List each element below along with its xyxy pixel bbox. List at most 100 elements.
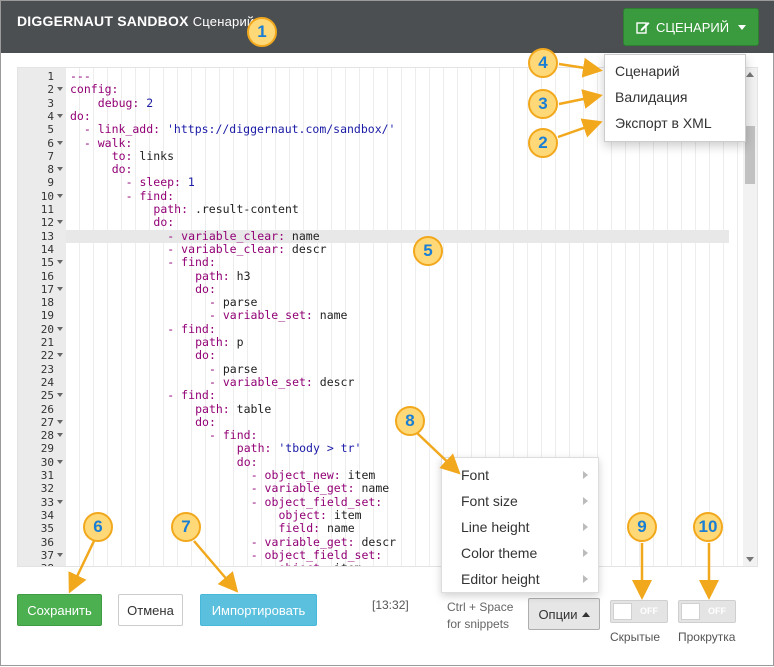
code-token: - bbox=[209, 361, 223, 376]
scroll-down-icon[interactable] bbox=[746, 557, 754, 562]
fold-toggle-icon[interactable] bbox=[57, 140, 63, 145]
code-token: do: bbox=[70, 108, 91, 123]
line-number: 5 bbox=[47, 123, 54, 137]
gutter-line: 36 bbox=[18, 536, 66, 549]
chevron-right-icon bbox=[583, 549, 588, 557]
code-token: do: bbox=[195, 348, 216, 363]
scroll-up-icon[interactable] bbox=[746, 72, 754, 77]
annotation-badge-1: 1 bbox=[247, 17, 277, 47]
options-item-font-size[interactable]: Font size bbox=[442, 488, 598, 514]
code-token: path: bbox=[195, 401, 230, 416]
code-token: descr bbox=[312, 374, 355, 389]
gutter-line: 19 bbox=[18, 309, 66, 322]
code-token: to: bbox=[111, 148, 133, 163]
options-item-label: Editor height bbox=[461, 571, 540, 587]
menu-item-scenario[interactable]: Сценарий bbox=[605, 58, 745, 84]
gutter-line: 20 bbox=[18, 323, 66, 336]
fold-toggle-icon[interactable] bbox=[57, 326, 63, 331]
gutter-line: 34 bbox=[18, 509, 66, 522]
menu-item-validation[interactable]: Валидация bbox=[605, 84, 745, 110]
fold-toggle-icon[interactable] bbox=[57, 353, 63, 358]
fold-toggle-icon[interactable] bbox=[57, 260, 63, 265]
gutter-line: 24 bbox=[18, 376, 66, 389]
code-line: - sleep: 1 bbox=[66, 176, 743, 189]
code-token: field: bbox=[278, 521, 321, 536]
code-token: object: bbox=[278, 507, 327, 522]
code-line: path: h3 bbox=[66, 269, 743, 283]
fold-toggle-icon[interactable] bbox=[57, 419, 63, 424]
gutter-line: 7 bbox=[18, 150, 66, 163]
code-token: parse bbox=[222, 295, 258, 310]
line-number: 36 bbox=[40, 535, 54, 549]
fold-toggle-icon[interactable] bbox=[57, 286, 63, 291]
menu-item-export-xml[interactable]: Экспорт в XML bbox=[605, 110, 745, 136]
gutter-line: 11 bbox=[18, 203, 66, 216]
code-token: item bbox=[327, 561, 362, 566]
cancel-button[interactable]: Отмена bbox=[118, 594, 183, 626]
options-item-color-theme[interactable]: Color theme bbox=[442, 540, 598, 566]
gutter-line: 15 bbox=[18, 256, 66, 269]
scenario-dropdown-button[interactable]: СЦЕНАРИЙ bbox=[623, 8, 759, 46]
gutter-line: 26 bbox=[18, 403, 66, 416]
annotation-badge-5: 5 bbox=[413, 236, 443, 266]
fold-toggle-icon[interactable] bbox=[57, 499, 63, 504]
code-line: - variable_clear: name bbox=[66, 228, 743, 243]
fold-toggle-icon[interactable] bbox=[57, 113, 63, 118]
options-item-font[interactable]: Font bbox=[442, 462, 598, 488]
code-token: - variable_clear: bbox=[167, 228, 285, 243]
code-line: path: .result-content bbox=[66, 202, 743, 216]
fold-toggle-icon[interactable] bbox=[57, 193, 63, 198]
fold-toggle-icon[interactable] bbox=[57, 167, 63, 172]
chevron-right-icon bbox=[583, 523, 588, 531]
code-editor[interactable]: 1 2 3 4 5 6 7 8 9 10 11 12 13 14 15 16 17 18 19 20 21 22 23 24 2… bbox=[17, 67, 758, 567]
code-line: - find: bbox=[66, 256, 743, 269]
fold-toggle-icon[interactable] bbox=[57, 552, 63, 557]
gutter-line: 31 bbox=[18, 469, 66, 482]
line-number: 31 bbox=[40, 469, 54, 482]
scroll-toggle[interactable]: OFF bbox=[678, 600, 736, 623]
code-token: descr bbox=[285, 241, 327, 256]
save-button[interactable]: Сохранить bbox=[17, 594, 102, 626]
fold-toggle-icon[interactable] bbox=[57, 433, 63, 438]
options-item-line-height[interactable]: Line height bbox=[442, 514, 598, 540]
code-token: 'https://diggernaut.com/sandbox/' bbox=[167, 122, 396, 137]
gutter-line: 30 bbox=[18, 456, 66, 469]
editor-scrollbar[interactable] bbox=[743, 68, 757, 566]
gutter-line: 2 bbox=[18, 83, 66, 96]
hidden-toggle-label: Скрытые bbox=[610, 630, 661, 644]
options-button[interactable]: Опции bbox=[528, 598, 600, 630]
brand-name: DIGGERNAUT SANDBOX bbox=[17, 13, 189, 29]
code-token: name bbox=[312, 308, 348, 323]
code-token: path: bbox=[195, 335, 230, 349]
code-area[interactable]: --- config: debug: 2 do: - link_add: 'https:… bbox=[66, 68, 743, 566]
line-number: 21 bbox=[40, 336, 54, 349]
code-token: path: bbox=[153, 202, 189, 216]
annotation-badge-10: 10 bbox=[693, 512, 723, 542]
annotation-badge-8: 8 bbox=[395, 406, 425, 436]
code-line: - parse bbox=[66, 295, 743, 310]
code-line: do: bbox=[66, 162, 743, 176]
caret-up-icon bbox=[581, 611, 590, 617]
gutter-line: 28 bbox=[18, 429, 66, 442]
hidden-toggle[interactable]: OFF bbox=[610, 600, 668, 623]
code-token: - find: bbox=[167, 255, 216, 270]
scroll-thumb[interactable] bbox=[745, 126, 755, 184]
line-number-gutter: 1 2 3 4 5 6 7 8 9 10 11 12 13 14 15 16 17 18 19 20 21 22 23 24 2… bbox=[18, 68, 66, 566]
import-button[interactable]: Импортировать bbox=[200, 594, 317, 626]
fold-toggle-icon[interactable] bbox=[57, 220, 63, 225]
code-token: - link_add: bbox=[83, 122, 161, 137]
line-number: 9 bbox=[47, 176, 54, 190]
code-token: - object_field_set: bbox=[250, 494, 383, 509]
code-token: - find: bbox=[167, 388, 216, 403]
annotation-badge-4: 4 bbox=[528, 48, 558, 78]
fold-toggle-icon[interactable] bbox=[57, 87, 63, 92]
fold-toggle-icon[interactable] bbox=[57, 459, 63, 464]
gutter-line: 33 bbox=[18, 496, 66, 509]
code-line: - parse bbox=[66, 361, 743, 376]
line-number: 14 bbox=[40, 242, 54, 256]
line-number: 32 bbox=[40, 482, 54, 496]
fold-toggle-icon[interactable] bbox=[57, 393, 63, 398]
code-token: debug: bbox=[97, 95, 140, 110]
chevron-right-icon bbox=[583, 497, 588, 505]
options-item-editor-height[interactable]: Editor height bbox=[442, 566, 598, 592]
